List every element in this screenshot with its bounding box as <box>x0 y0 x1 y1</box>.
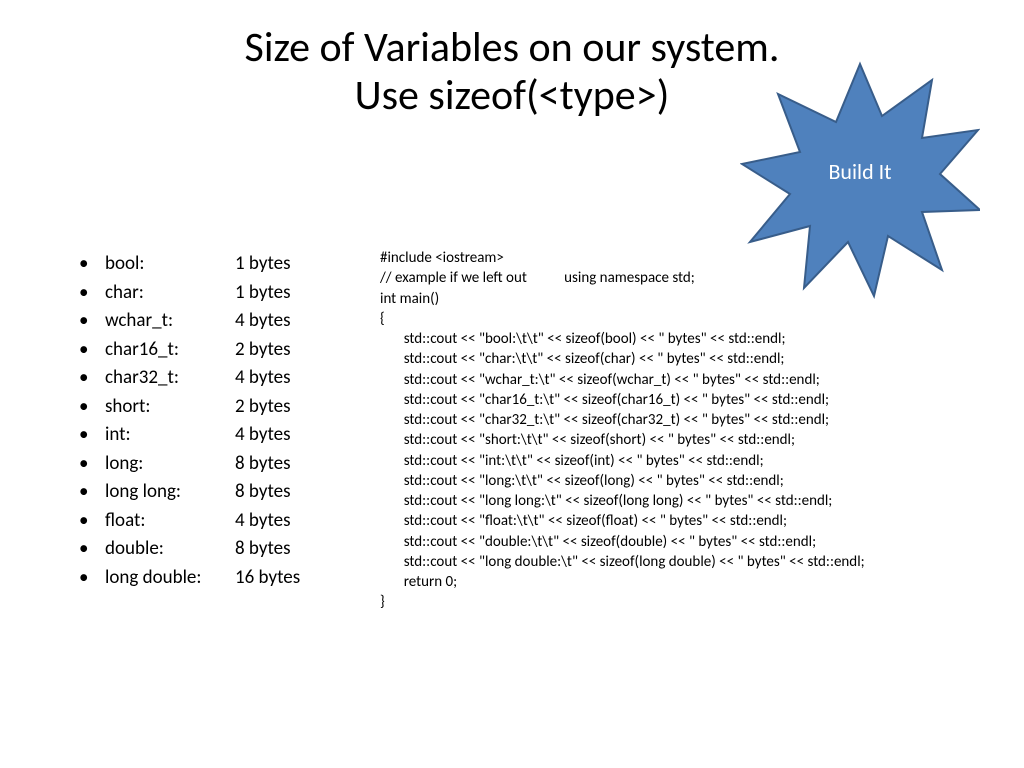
type-label: float: <box>105 507 235 536</box>
size-row: •int:4 bytes <box>75 421 365 450</box>
title-line2: Use sizeof(<type>) <box>0 72 1024 120</box>
type-label: int: <box>105 421 235 450</box>
bullet-icon: • <box>75 421 105 450</box>
bullet-icon: • <box>75 507 105 536</box>
type-label: char: <box>105 279 235 308</box>
size-row: •long double:16 bytes <box>75 564 365 593</box>
type-label: long double: <box>105 564 235 593</box>
type-label: double: <box>105 535 235 564</box>
size-value: 4 bytes <box>235 307 291 336</box>
bullet-icon: • <box>75 535 105 564</box>
badge-label: Build It <box>740 158 980 185</box>
bullet-icon: • <box>75 478 105 507</box>
size-value: 2 bytes <box>235 336 291 365</box>
size-value: 16 bytes <box>235 564 300 593</box>
type-label: bool: <box>105 250 235 279</box>
type-label: wchar_t: <box>105 307 235 336</box>
sizes-list: •bool:1 bytes•char:1 bytes•wchar_t:4 byt… <box>75 250 365 592</box>
size-row: •char:1 bytes <box>75 279 365 308</box>
size-value: 4 bytes <box>235 421 291 450</box>
size-row: •wchar_t:4 bytes <box>75 307 365 336</box>
size-value: 4 bytes <box>235 364 291 393</box>
size-row: •short:2 bytes <box>75 393 365 422</box>
bullet-icon: • <box>75 393 105 422</box>
slide: Size of Variables on our system. Use siz… <box>0 0 1024 768</box>
size-row: •float:4 bytes <box>75 507 365 536</box>
size-value: 8 bytes <box>235 535 291 564</box>
size-row: •long long:8 bytes <box>75 478 365 507</box>
bullet-icon: • <box>75 279 105 308</box>
type-label: short: <box>105 393 235 422</box>
type-label: char16_t: <box>105 336 235 365</box>
type-label: char32_t: <box>105 364 235 393</box>
size-value: 1 bytes <box>235 279 291 308</box>
size-value: 8 bytes <box>235 478 291 507</box>
type-label: long long: <box>105 478 235 507</box>
size-value: 2 bytes <box>235 393 291 422</box>
size-row: •char16_t:2 bytes <box>75 336 365 365</box>
title-line1: Size of Variables on our system. <box>0 24 1024 72</box>
size-row: •double:8 bytes <box>75 535 365 564</box>
size-value: 1 bytes <box>235 250 291 279</box>
size-row: •char32_t:4 bytes <box>75 364 365 393</box>
size-value: 8 bytes <box>235 450 291 479</box>
size-value: 4 bytes <box>235 507 291 536</box>
slide-title: Size of Variables on our system. Use siz… <box>0 24 1024 121</box>
bullet-icon: • <box>75 336 105 365</box>
type-label: long: <box>105 450 235 479</box>
bullet-icon: • <box>75 450 105 479</box>
bullet-icon: • <box>75 564 105 593</box>
code-block: #include <iostream> // example if we lef… <box>380 248 980 613</box>
bullet-icon: • <box>75 250 105 279</box>
size-row: •bool:1 bytes <box>75 250 365 279</box>
size-row: •long:8 bytes <box>75 450 365 479</box>
bullet-icon: • <box>75 307 105 336</box>
bullet-icon: • <box>75 364 105 393</box>
